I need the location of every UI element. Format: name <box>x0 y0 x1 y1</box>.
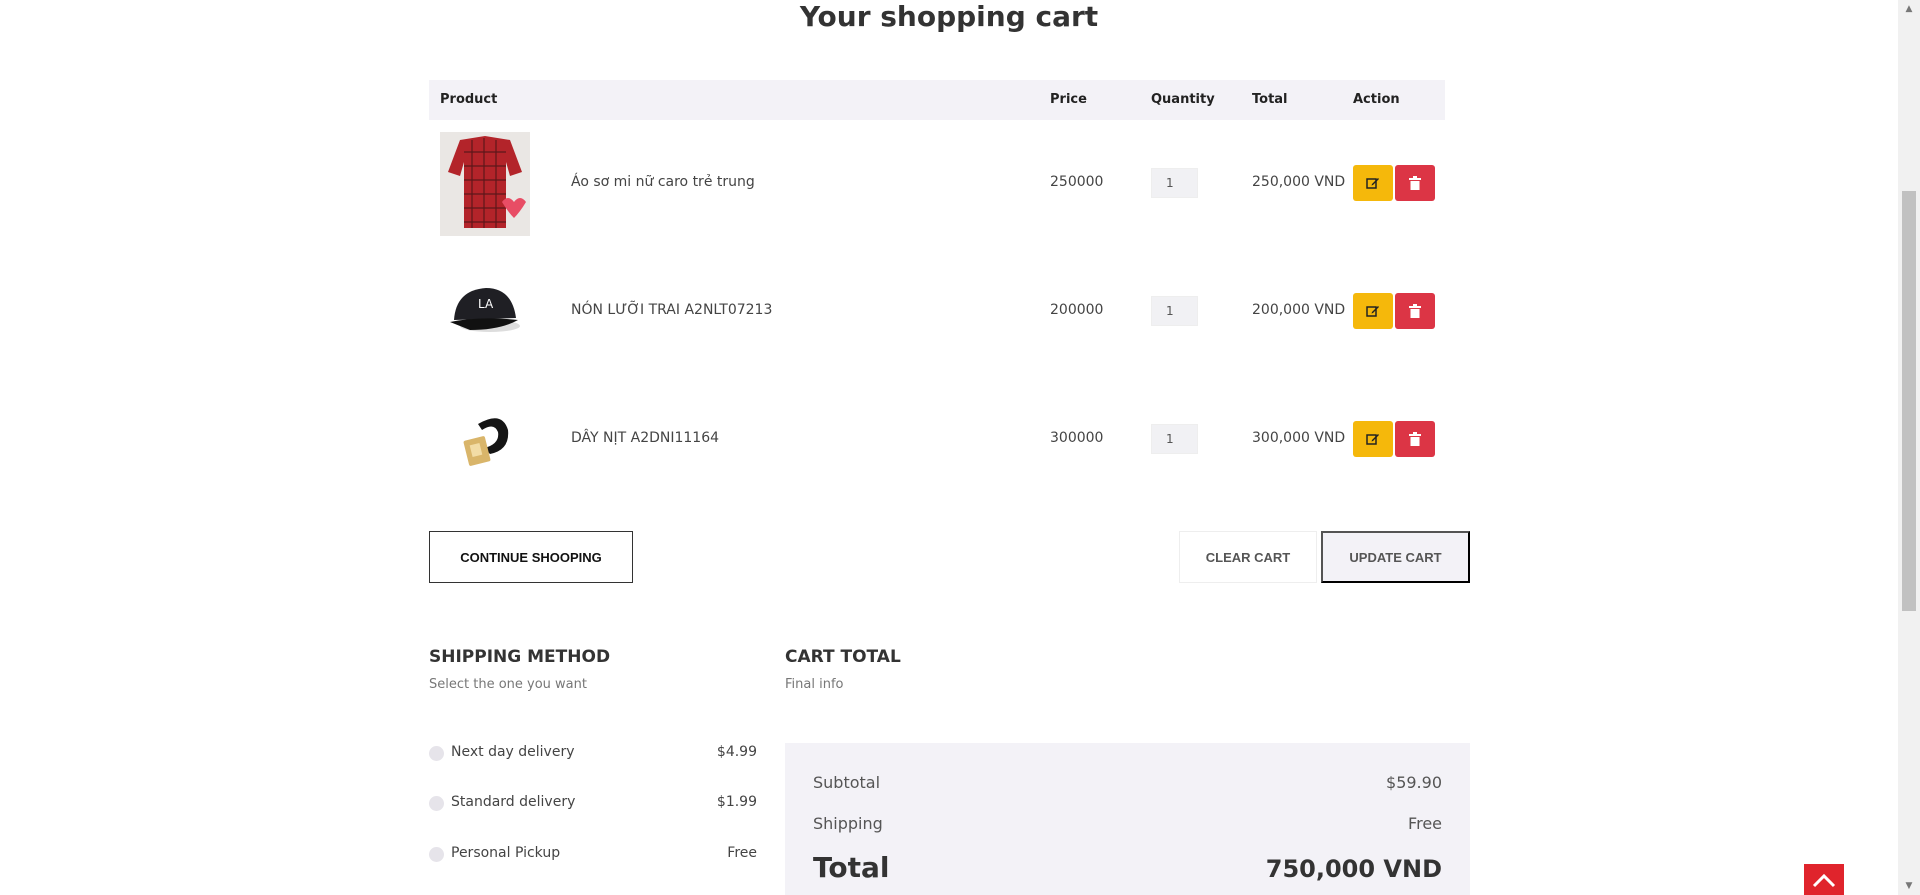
header-product: Product <box>440 92 498 107</box>
product-name[interactable]: Áo sơ mi nữ caro trẻ trung <box>571 174 755 190</box>
trash-icon <box>1409 432 1421 446</box>
trash-icon <box>1409 176 1421 190</box>
product-price: 250000 <box>1050 174 1104 190</box>
shipping-option-price: $1.99 <box>716 794 757 810</box>
shipping-line: Shipping Free <box>813 814 1442 833</box>
shipping-option-label: Next day delivery <box>451 744 575 760</box>
total-value: 750,000 VND <box>1265 855 1442 883</box>
delete-button[interactable] <box>1395 293 1435 329</box>
delete-button[interactable] <box>1395 421 1435 457</box>
page-title: Your shopping cart <box>799 0 1099 33</box>
delete-button[interactable] <box>1395 165 1435 201</box>
cart-table: Product Price Quantity Total Action Áo s… <box>429 80 1445 504</box>
product-image-shirt[interactable] <box>440 132 530 236</box>
scrollbar-thumb[interactable] <box>1902 191 1916 611</box>
shipping-option[interactable]: Standard delivery $1.99 <box>429 793 757 813</box>
cart-total-title: CART TOTAL <box>785 647 901 667</box>
trash-icon <box>1409 304 1421 318</box>
cart-total-panel: Subtotal $59.90 Shipping Free Total 750,… <box>785 743 1470 895</box>
header-price: Price <box>1050 92 1087 107</box>
back-to-top-button[interactable] <box>1804 864 1844 895</box>
shipping-option-price: Free <box>727 845 757 861</box>
product-total: 300,000 VND <box>1252 430 1346 446</box>
continue-shopping-button[interactable]: CONTINUE SHOOPING <box>429 531 633 583</box>
shipping-option-price: $4.99 <box>716 744 757 760</box>
cart-page: Your shopping cart Product Price Quantit… <box>0 0 1898 895</box>
shipping-value: Free <box>1408 814 1442 833</box>
subtotal-label: Subtotal <box>813 773 881 792</box>
edit-icon <box>1366 306 1379 317</box>
product-total: 200,000 VND <box>1252 302 1346 318</box>
product-name[interactable]: DÂY NỊT A2DNI11164 <box>571 430 719 446</box>
edit-button[interactable] <box>1353 165 1393 201</box>
chevron-up-icon <box>1812 873 1836 887</box>
subtotal-line: Subtotal $59.90 <box>813 773 1442 792</box>
cart-total-subtitle: Final info <box>785 677 844 692</box>
product-image-belt[interactable] <box>440 388 530 492</box>
quantity-input[interactable]: 1 <box>1151 168 1198 198</box>
radio-button[interactable] <box>429 746 444 761</box>
clear-cart-button[interactable]: CLEAR CART <box>1179 531 1317 583</box>
shipping-option-label: Standard delivery <box>451 794 576 810</box>
table-row: DÂY NỊT A2DNI11164 300000 1 300,000 VND <box>429 376 1445 504</box>
shipping-title: SHIPPING METHOD <box>429 647 611 667</box>
header-action: Action <box>1353 92 1400 107</box>
shipping-option[interactable]: Next day delivery $4.99 <box>429 743 757 763</box>
scroll-up-arrow-icon[interactable]: ▲ <box>1904 4 1914 14</box>
shipping-label: Shipping <box>813 814 883 833</box>
shipping-subtitle: Select the one you want <box>429 677 587 692</box>
product-image-cap[interactable]: LA <box>440 260 530 364</box>
edit-icon <box>1366 434 1379 445</box>
product-price: 200000 <box>1050 302 1104 318</box>
edit-icon <box>1366 178 1379 189</box>
table-row: Áo sơ mi nữ caro trẻ trung 250000 1 250,… <box>429 120 1445 248</box>
shipping-option[interactable]: Personal Pickup Free <box>429 844 757 864</box>
product-price: 300000 <box>1050 430 1104 446</box>
grand-total-line: Total 750,000 VND <box>813 851 1442 884</box>
svg-text:LA: LA <box>478 297 494 311</box>
quantity-input[interactable]: 1 <box>1151 424 1198 454</box>
table-header: Product Price Quantity Total Action <box>429 80 1445 120</box>
scrollbar[interactable]: ▲ ▼ <box>1898 0 1920 895</box>
table-row: LA NÓN LƯỠI TRAI A2NLT07213 200000 1 200… <box>429 248 1445 376</box>
total-label: Total <box>813 851 890 884</box>
product-total: 250,000 VND <box>1252 174 1346 190</box>
radio-button[interactable] <box>429 847 444 862</box>
shipping-option-label: Personal Pickup <box>451 845 561 861</box>
subtotal-value: $59.90 <box>1386 773 1442 792</box>
edit-button[interactable] <box>1353 293 1393 329</box>
edit-button[interactable] <box>1353 421 1393 457</box>
radio-button[interactable] <box>429 796 444 811</box>
quantity-input[interactable]: 1 <box>1151 296 1198 326</box>
product-name[interactable]: NÓN LƯỠI TRAI A2NLT07213 <box>571 302 772 318</box>
header-total: Total <box>1252 92 1288 107</box>
scroll-down-arrow-icon[interactable]: ▼ <box>1904 881 1914 891</box>
update-cart-button[interactable]: UPDATE CART <box>1321 531 1470 583</box>
header-quantity: Quantity <box>1151 92 1215 107</box>
